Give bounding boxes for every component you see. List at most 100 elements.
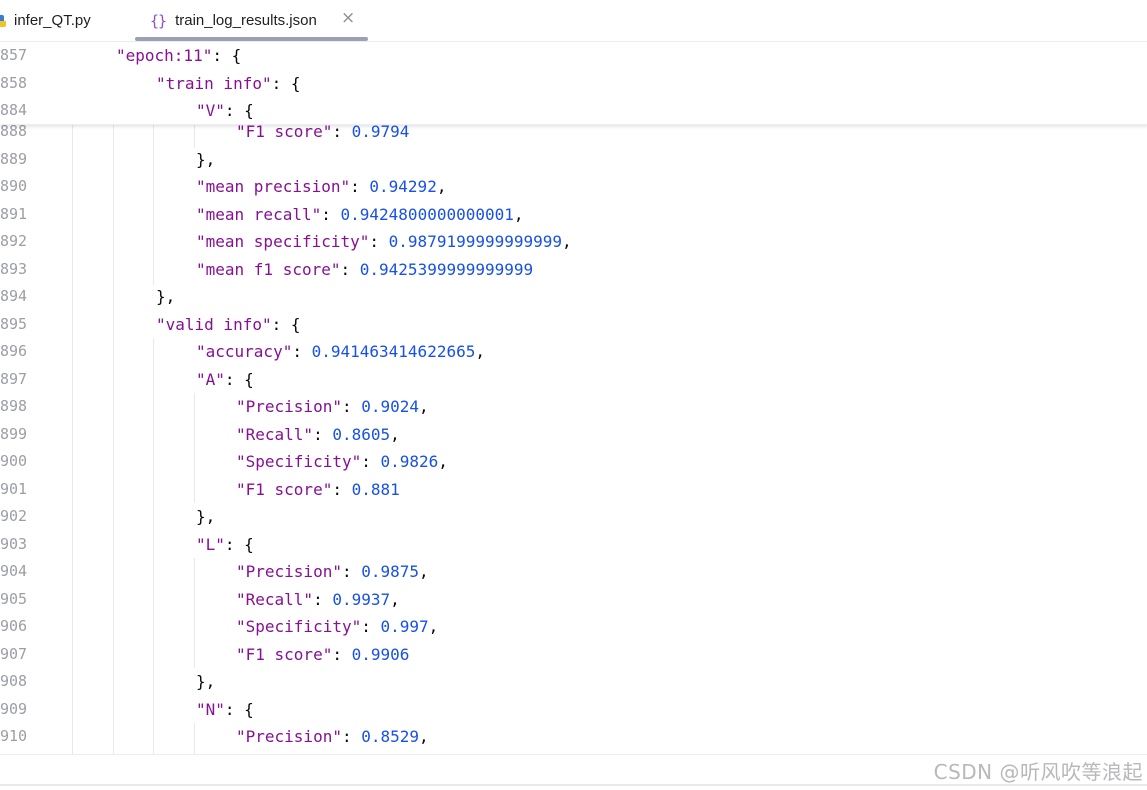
code-line[interactable]: 896 "accuracy": 0.941463414622665, (0, 338, 1147, 366)
code-text: "valid info": { (156, 311, 301, 339)
code-line[interactable]: 910 "Precision": 0.8529, (0, 723, 1147, 751)
code-line[interactable]: 908}, (0, 668, 1147, 696)
json-punctuation: , (390, 589, 400, 609)
json-key: "Precision" (236, 562, 342, 581)
code-editor[interactable]: 888 "F1 score": 0.9794 889}, 890 "mean preci… (0, 118, 1147, 754)
code-line[interactable]: 889}, (0, 146, 1147, 174)
code-line[interactable]: 902}, (0, 503, 1147, 531)
code-text: }, (156, 283, 175, 311)
code-text: "Precision": 0.8529, (236, 723, 429, 751)
code-line[interactable]: 895 "valid info": { (0, 311, 1147, 339)
line-number: 890 (0, 177, 28, 195)
code-line[interactable]: 907 "F1 score": 0.9906 (0, 641, 1147, 669)
json-key: "Precision" (236, 727, 342, 746)
json-punctuation: : (332, 479, 352, 499)
json-key: "V" (196, 101, 225, 120)
json-key: "Specificity" (236, 617, 362, 636)
json-punctuation: : { (271, 314, 301, 334)
line-number: 910 (0, 727, 28, 745)
json-key: "Recall" (236, 424, 314, 444)
json-number: 0.9424800000000001 (340, 204, 514, 224)
line-number: 893 (0, 259, 28, 278)
json-key: "train info" (156, 73, 272, 93)
json-number: 0.9425399999999999 (359, 259, 534, 279)
code-text: "Recall": 0.8605, (236, 421, 400, 449)
code-text: "F1 score": 0.881 (236, 476, 400, 504)
code-line[interactable]: 900 "Specificity": 0.9826, (0, 448, 1147, 476)
code-line[interactable]: 857 "epoch:11": { (0, 42, 1147, 70)
json-punctuation: : (369, 232, 389, 251)
code-text: "Precision": 0.9024, (236, 393, 429, 421)
json-punctuation: , (438, 452, 448, 471)
code-line[interactable]: 892 "mean specificity": 0.987919999999999… (0, 228, 1147, 256)
code-line[interactable]: 890 "mean precision": 0.94292, (0, 173, 1147, 201)
editor-tab-bar: infer_QT.py {} train_log_results.json × (0, 0, 1147, 42)
sticky-scroll-header: 857 "epoch:11": { 858 "train info": { 884 "V"… (0, 41, 1147, 125)
code-text: "A": { (196, 366, 254, 394)
active-tab-indicator (135, 37, 368, 41)
line-number: 908 (0, 672, 28, 690)
code-text: "Precision": 0.9875, (236, 558, 429, 586)
json-key: "F1 score" (236, 479, 333, 499)
json-key: "mean specificity" (196, 232, 370, 251)
line-number: 905 (0, 589, 28, 608)
json-number: 0.9906 (351, 644, 410, 664)
json-punctuation: : { (271, 73, 301, 93)
line-number: 898 (0, 397, 28, 415)
line-number: 903 (0, 534, 28, 553)
json-punctuation: }, (196, 149, 216, 169)
close-tab-icon[interactable]: × (341, 8, 355, 28)
tab-train-log-results-json[interactable]: {} train_log_results.json × (135, 0, 368, 41)
line-number: 858 (0, 73, 28, 92)
line-number: 891 (0, 204, 28, 223)
code-line[interactable]: 897 "A": { (0, 366, 1147, 394)
code-line[interactable]: 903 "L": { (0, 531, 1147, 559)
json-key: "F1 score" (236, 644, 333, 664)
json-number: 0.94292 (369, 177, 437, 196)
json-punctuation: : (313, 424, 333, 444)
line-number: 902 (0, 507, 28, 525)
line-number: 889 (0, 149, 28, 168)
code-line[interactable]: 904 "Precision": 0.9875, (0, 558, 1147, 586)
json-punctuation: , (428, 617, 439, 636)
code-text: "Recall": 0.9937, (236, 586, 400, 614)
code-text: "mean specificity": 0.9879199999999999, (196, 228, 572, 256)
code-line[interactable]: 858 "train info": { (0, 70, 1147, 98)
json-punctuation: : { (224, 369, 254, 389)
json-number: 0.8605 (332, 424, 391, 444)
code-line[interactable]: 909 "N": { (0, 696, 1147, 724)
line-number: 899 (0, 424, 28, 443)
code-line[interactable]: 893 "mean f1 score": 0.9425399999999999 (0, 256, 1147, 284)
json-punctuation: , (419, 727, 429, 746)
line-number: 884 (0, 101, 28, 119)
code-line[interactable]: 905 "Recall": 0.9937, (0, 586, 1147, 614)
code-line[interactable]: 884 "V": { (0, 97, 1147, 125)
tab-infer-qt-py[interactable]: infer_QT.py (0, 0, 91, 41)
json-key: "mean f1 score" (196, 259, 341, 279)
json-punctuation: , (419, 397, 429, 416)
line-number: 894 (0, 287, 28, 305)
json-number: 0.8529 (361, 727, 420, 746)
json-key: "L" (196, 534, 225, 554)
code-line[interactable]: 901 "F1 score": 0.881 (0, 476, 1147, 504)
json-punctuation: , (419, 562, 429, 581)
code-text: }, (196, 668, 215, 696)
code-line[interactable]: 894}, (0, 283, 1147, 311)
code-text: "accuracy": 0.941463414622665, (196, 338, 485, 366)
line-number: 904 (0, 562, 28, 580)
code-line[interactable]: 899 "Recall": 0.8605, (0, 421, 1147, 449)
json-punctuation: , (513, 204, 524, 224)
json-punctuation: : { (224, 699, 254, 719)
code-text: "train info": { (156, 70, 301, 98)
tab-label: infer_QT.py (14, 12, 91, 29)
horizontal-scrollbar[interactable] (0, 784, 1147, 786)
code-line[interactable]: 906 "Specificity": 0.997, (0, 613, 1147, 641)
json-number: 0.9937 (332, 589, 391, 609)
code-line[interactable]: 891 "mean recall": 0.9424800000000001, (0, 201, 1147, 229)
json-key: "N" (196, 699, 225, 719)
json-key: "Recall" (236, 589, 314, 609)
code-text: "F1 score": 0.9906 (236, 641, 409, 669)
json-punctuation: : (361, 617, 381, 636)
code-line[interactable]: 898 "Precision": 0.9024, (0, 393, 1147, 421)
line-number: 896 (0, 342, 28, 360)
